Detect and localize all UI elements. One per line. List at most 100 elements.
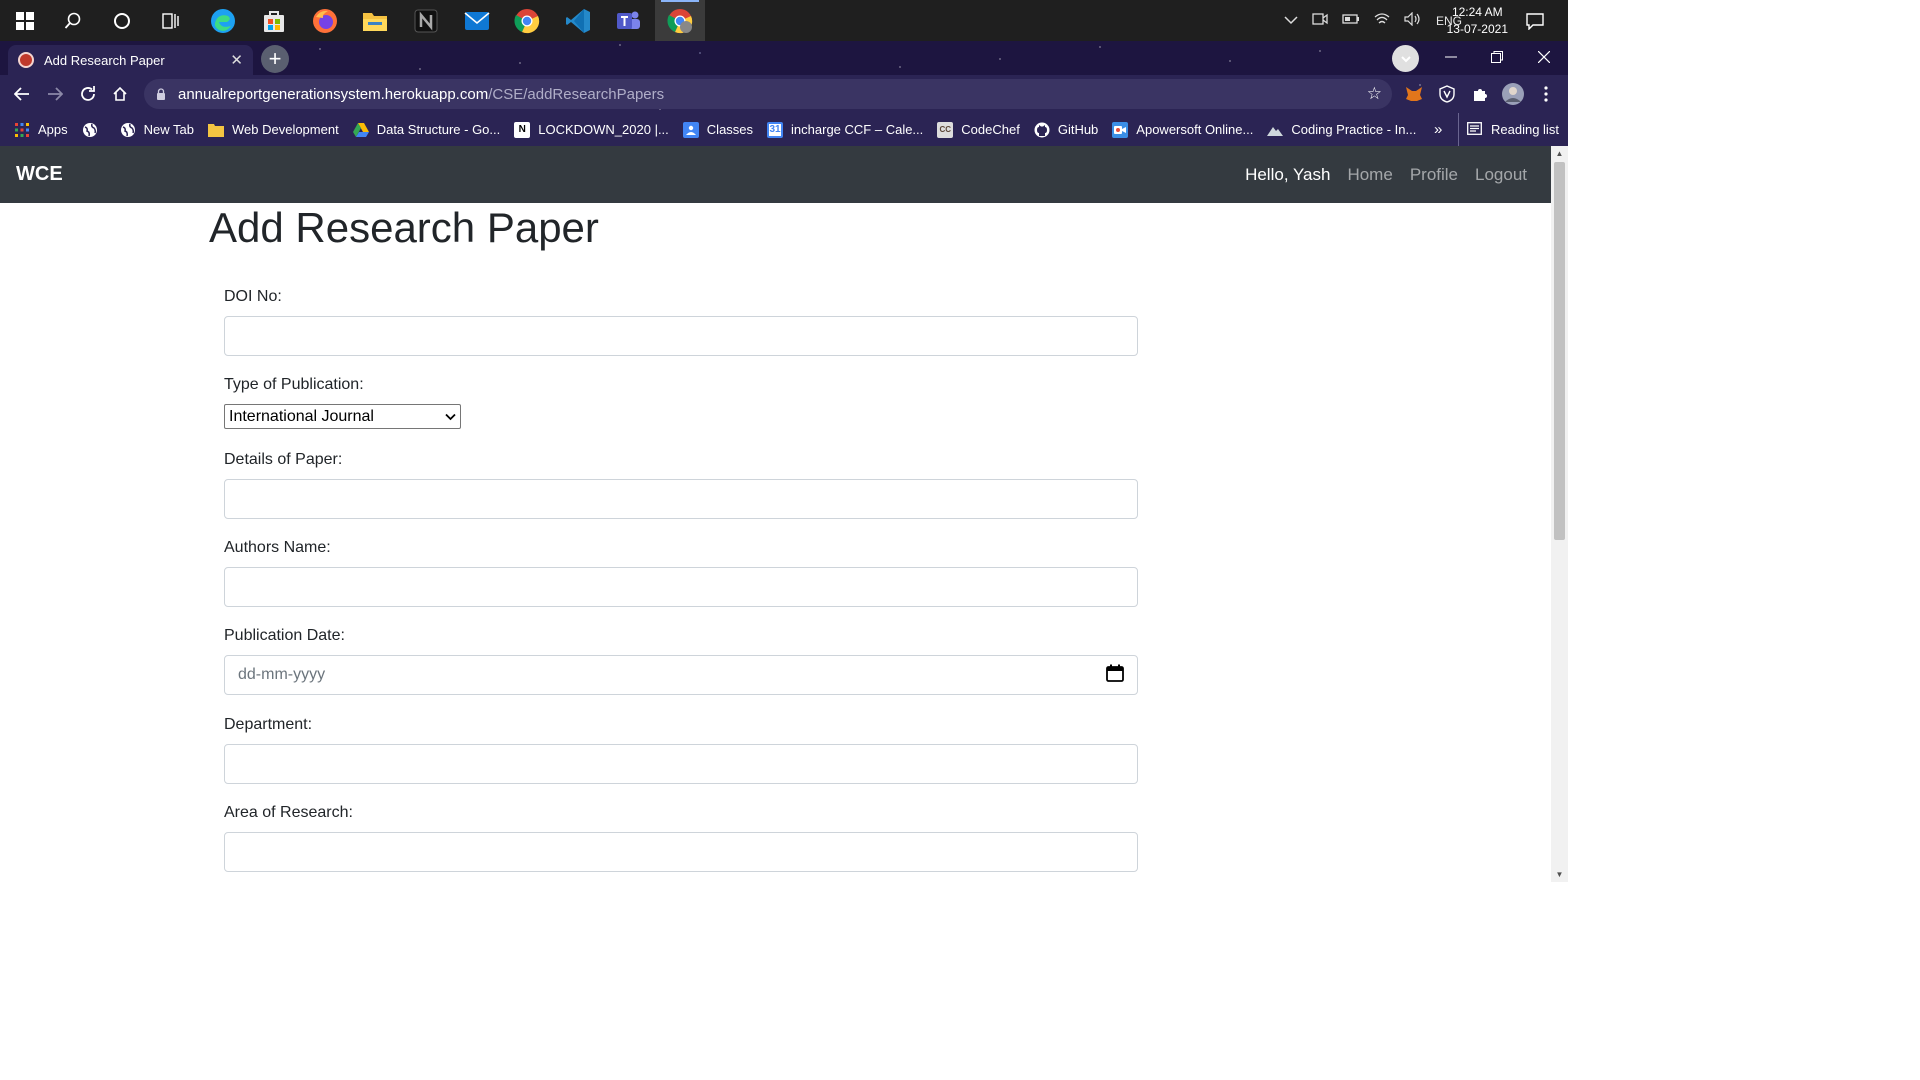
microsoft-store-icon[interactable] [249, 0, 299, 41]
scroll-up-icon[interactable]: ▲ [1555, 149, 1564, 158]
home-icon[interactable] [106, 80, 134, 108]
department-input[interactable] [224, 744, 1138, 784]
bookmark-label: Web Development [231, 122, 339, 137]
more-bookmarks-button[interactable]: » [1434, 113, 1442, 146]
bookmark-label: CodeChef [961, 122, 1020, 137]
bookmark-classes[interactable]: Classes [682, 121, 753, 138]
chevron-up-icon[interactable] [1284, 14, 1298, 28]
new-tab-button[interactable]: + [261, 45, 289, 73]
clock-date: 13-07-2021 [1446, 22, 1508, 36]
file-explorer-icon[interactable] [350, 0, 400, 41]
browser-tab-strip: Add Research Paper ✕ + [0, 41, 1568, 75]
nav-links: Hello, Yash Home Profile Logout [1245, 165, 1535, 185]
doi-group: DOI No: [224, 288, 1138, 356]
calendar-icon[interactable] [1106, 664, 1124, 687]
chrome-icon[interactable] [502, 0, 552, 41]
minimize-icon[interactable] [1428, 41, 1474, 73]
details-input[interactable] [224, 479, 1138, 519]
edge-icon[interactable] [198, 0, 248, 41]
bookmark-apowersoft[interactable]: Apowersoft Online... [1112, 121, 1254, 138]
tab-search-icon[interactable] [1392, 45, 1419, 72]
area-of-research-input[interactable] [224, 832, 1138, 872]
teams-icon[interactable] [603, 0, 653, 41]
bookmark-lockdown[interactable]: N LOCKDOWN_2020 |... [514, 121, 669, 138]
reload-icon[interactable] [74, 80, 102, 108]
classroom-icon [682, 121, 699, 138]
scroll-thumb[interactable] [1554, 162, 1565, 540]
chrome-profile-active-icon[interactable] [655, 0, 705, 41]
bookmark-incharge-ccf[interactable]: 31 incharge CCF – Cale... [767, 121, 924, 138]
back-icon[interactable] [8, 80, 36, 108]
volume-icon[interactable] [1404, 11, 1422, 29]
bookmark-star-icon[interactable]: ☆ [1367, 84, 1382, 104]
doi-input[interactable] [224, 316, 1138, 356]
page-title: Add Research Paper [209, 204, 599, 251]
github-icon [1034, 122, 1050, 138]
chrome-menu-icon[interactable] [1532, 80, 1560, 108]
extensions-puzzle-icon[interactable] [1466, 80, 1494, 108]
cortana-icon[interactable] [97, 0, 147, 41]
wifi-icon[interactable] [1374, 12, 1390, 29]
chevron-down-icon [445, 408, 456, 426]
url-domain: annualreportgenerationsystem.herokuapp.c… [178, 85, 489, 103]
tab-add-research-paper[interactable]: Add Research Paper ✕ [8, 45, 253, 75]
authors-label: Authors Name: [224, 539, 331, 556]
profile-avatar-icon[interactable] [1499, 80, 1527, 108]
task-view-icon[interactable] [146, 0, 196, 41]
bookmark-label: Apps [38, 122, 68, 137]
globe-icon [82, 122, 98, 138]
reading-list-button[interactable]: Reading list [1458, 113, 1559, 146]
reading-list-icon [1467, 121, 1482, 138]
web-page: WCE Hello, Yash Home Profile Logout Add … [0, 146, 1551, 882]
mountain-icon [1267, 122, 1284, 138]
close-window-icon[interactable] [1521, 41, 1567, 73]
lock-icon[interactable] [156, 88, 166, 100]
forward-icon[interactable] [41, 80, 69, 108]
windows-taskbar: ENG 12:24 AM 13-07-2021 [0, 0, 1568, 41]
bookmark-coding-practice[interactable]: Coding Practice - In... [1267, 122, 1416, 138]
page-scrollbar[interactable]: ▲ ▼ [1551, 146, 1568, 882]
brand-logo[interactable]: WCE [16, 163, 63, 186]
mail-icon[interactable] [452, 0, 502, 41]
bookmark-globe[interactable] [82, 122, 106, 138]
battery-icon[interactable] [1342, 13, 1360, 28]
shield-extension-icon[interactable] [1433, 80, 1461, 108]
authors-input[interactable] [224, 567, 1138, 607]
clock[interactable]: 12:24 AM 13-07-2021 [1447, 4, 1508, 38]
codechef-icon: CC [937, 121, 954, 138]
address-bar[interactable]: annualreportgenerationsystem.herokuapp.c… [144, 79, 1392, 109]
meet-now-icon[interactable] [1312, 12, 1328, 29]
vscode-icon[interactable] [553, 0, 603, 41]
restore-icon[interactable] [1474, 41, 1520, 73]
area-of-research-label: Area of Research: [224, 804, 353, 821]
bookmark-web-development[interactable]: Web Development [207, 122, 339, 138]
bookmark-new-tab[interactable]: New Tab [120, 122, 194, 138]
search-icon[interactable] [48, 0, 98, 41]
publication-type-value: International Journal [229, 407, 374, 425]
system-tray: ENG [1284, 0, 1462, 41]
nav-home-link[interactable]: Home [1347, 165, 1392, 185]
publication-date-input[interactable]: dd-mm-yyyy [224, 655, 1138, 695]
bookmark-github[interactable]: GitHub [1034, 122, 1098, 138]
tab-title: Add Research Paper [44, 52, 165, 68]
notion-icon[interactable] [401, 0, 451, 41]
publication-type-select[interactable]: International Journal [224, 404, 461, 429]
firefox-icon[interactable] [300, 0, 350, 41]
bookmark-label: incharge CCF – Cale... [791, 122, 924, 137]
nav-profile-link[interactable]: Profile [1410, 165, 1458, 185]
bookmark-label: Apowersoft Online... [1136, 122, 1254, 137]
close-tab-icon[interactable]: ✕ [230, 51, 243, 69]
scroll-down-icon[interactable]: ▼ [1555, 870, 1564, 879]
metamask-extension-icon[interactable] [1400, 80, 1428, 108]
user-greeting: Hello, Yash [1245, 164, 1331, 184]
windows-start-icon[interactable] [0, 0, 50, 41]
globe-icon [120, 122, 136, 138]
nav-logout-link[interactable]: Logout [1475, 165, 1527, 185]
folder-icon [207, 122, 224, 138]
bookmark-codechef[interactable]: CC CodeChef [937, 121, 1020, 138]
bookmark-apps[interactable]: Apps [14, 122, 68, 138]
notifications-icon[interactable] [1510, 0, 1560, 41]
reading-list-label: Reading list [1491, 122, 1559, 137]
site-favicon [18, 52, 34, 68]
bookmark-data-structure[interactable]: Data Structure - Go... [352, 122, 500, 138]
